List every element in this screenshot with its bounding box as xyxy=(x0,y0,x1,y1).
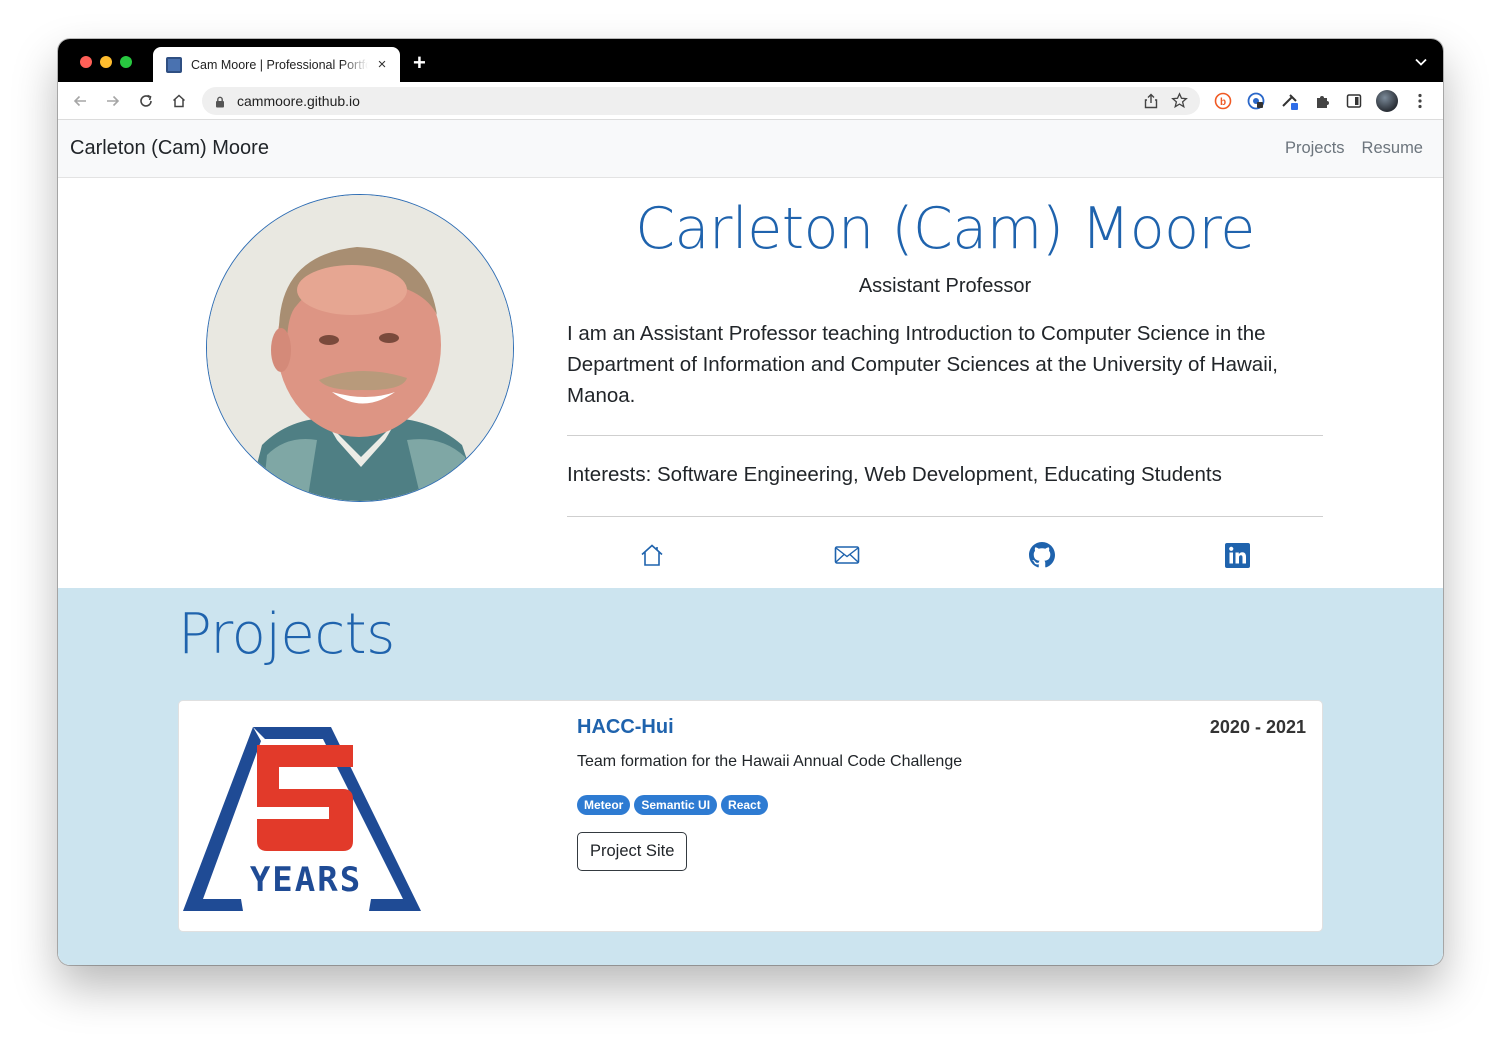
project-card: YEARS HACC-Hui 2020 - 2021 Team formatio… xyxy=(178,700,1323,932)
tab-strip: Cam Moore | Professional Portfolio × + xyxy=(58,39,1443,82)
page-content: Carleton (Cam) Moore Projects Resume Car… xyxy=(58,120,1443,965)
tag-badge: Meteor xyxy=(577,795,631,815)
browser-toolbar: cammoore.github.io b xyxy=(58,82,1443,120)
hero-title: Assistant Professor xyxy=(858,275,1032,297)
reload-button[interactable] xyxy=(136,91,156,111)
logo-years-text: YEARS xyxy=(250,860,362,900)
menu-kebab-icon[interactable] xyxy=(1410,91,1430,111)
site-navbar: Carleton (Cam) Moore Projects Resume xyxy=(58,120,1443,178)
lock-icon[interactable] xyxy=(215,95,225,113)
nav-links: Projects Resume xyxy=(1285,139,1423,158)
divider xyxy=(567,516,1323,517)
home-icon[interactable] xyxy=(638,541,666,569)
back-button[interactable] xyxy=(70,91,90,111)
project-title[interactable]: HACC-Hui xyxy=(577,716,674,739)
url-text[interactable]: cammoore.github.io xyxy=(237,93,360,109)
linkedin-icon[interactable] xyxy=(1223,541,1251,569)
site-brand[interactable]: Carleton (Cam) Moore xyxy=(70,137,269,160)
profile-avatar[interactable] xyxy=(1376,90,1398,112)
hero-interests: Interests: Software Engineering, Web Dev… xyxy=(567,463,1222,486)
tab-title: Cam Moore | Professional Portfolio xyxy=(191,57,368,72)
github-icon[interactable] xyxy=(1028,541,1056,569)
reading-list-icon[interactable] xyxy=(1344,91,1364,111)
hero-bio: I am an Assistant Professor teaching Int… xyxy=(567,322,1278,407)
tag-badge: Semantic UI xyxy=(634,795,718,815)
nav-resume-link[interactable]: Resume xyxy=(1362,139,1423,158)
project-site-button[interactable]: Project Site xyxy=(577,832,688,871)
home-button[interactable] xyxy=(169,91,189,111)
new-tab-button[interactable]: + xyxy=(413,50,426,76)
address-bar[interactable]: cammoore.github.io xyxy=(202,87,1200,115)
extension-b-icon[interactable]: b xyxy=(1213,91,1233,111)
browser-tab[interactable]: Cam Moore | Professional Portfolio × xyxy=(153,47,400,82)
forward-button[interactable] xyxy=(103,91,123,111)
project-years: 2020 - 2021 xyxy=(1209,717,1306,737)
project-logo: YEARS xyxy=(181,711,431,921)
svg-text:b: b xyxy=(1220,97,1226,108)
extension-c-icon[interactable] xyxy=(1246,91,1266,111)
favicon-icon xyxy=(166,56,182,73)
tag-badge: React xyxy=(721,795,768,815)
minimize-window-button[interactable] xyxy=(100,56,112,68)
bookmark-star-icon[interactable] xyxy=(1171,92,1188,114)
nav-projects-link[interactable]: Projects xyxy=(1285,139,1345,158)
maximize-window-button[interactable] xyxy=(120,56,132,68)
hero-section: Carleton (Cam) Moore Assistant Professor… xyxy=(58,178,1443,588)
share-icon[interactable] xyxy=(1144,93,1158,114)
divider xyxy=(567,435,1323,436)
project-description: Team formation for the Hawaii Annual Cod… xyxy=(577,753,963,770)
browser-window: Cam Moore | Professional Portfolio × + c… xyxy=(58,39,1443,965)
profile-photo xyxy=(206,194,514,502)
projects-heading: Projects xyxy=(178,602,395,667)
project-tags: Meteor Semantic UI React xyxy=(577,795,768,815)
extensions-puzzle-icon[interactable] xyxy=(1312,91,1332,111)
extension-eyedropper-icon[interactable] xyxy=(1280,91,1300,111)
hero-name: Carleton (Cam) Moore xyxy=(635,196,1255,262)
tab-close-button[interactable]: × xyxy=(374,56,390,73)
tab-search-chevron-icon[interactable] xyxy=(1415,53,1427,71)
envelope-icon[interactable] xyxy=(833,541,861,569)
close-window-button[interactable] xyxy=(80,56,92,68)
projects-section: Projects YEARS HACC-Hui 2020 - 2021 Team… xyxy=(58,588,1443,965)
